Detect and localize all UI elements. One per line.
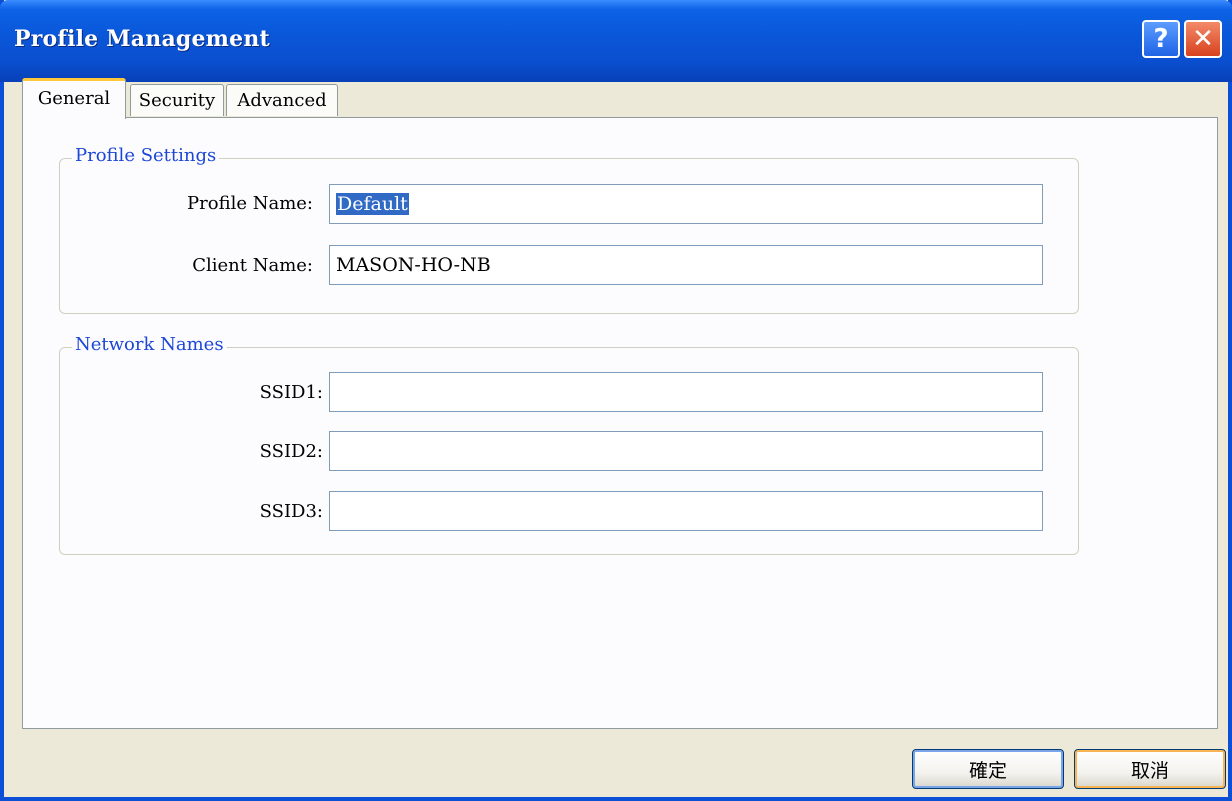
profile-name-value: Default (336, 193, 409, 215)
close-icon: ✕ (1192, 24, 1214, 54)
window-title: Profile Management (14, 26, 270, 52)
network-names-title: Network Names (72, 334, 227, 355)
help-icon: ? (1153, 24, 1169, 54)
profile-settings-group: Profile Settings (59, 145, 1079, 314)
ssid1-label: SSID1: (259, 382, 323, 403)
ssid2-field[interactable] (329, 431, 1043, 471)
client-name-field[interactable]: MASON-HO-NB (329, 245, 1043, 285)
profile-settings-title: Profile Settings (72, 145, 220, 166)
ssid2-label: SSID2: (259, 441, 323, 462)
ok-button[interactable]: 確定 (912, 749, 1064, 789)
ssid3-field[interactable] (329, 491, 1043, 531)
tab-advanced[interactable]: Advanced (226, 84, 338, 116)
tab-security[interactable]: Security (130, 84, 224, 116)
client-name-label: Client Name: (192, 255, 313, 276)
help-button[interactable]: ? (1142, 20, 1180, 58)
close-button[interactable]: ✕ (1184, 20, 1222, 58)
tab-panel-general: Profile Settings Profile Name: Default C… (22, 117, 1218, 729)
title-bar[interactable]: Profile Management ? ✕ (0, 0, 1232, 82)
cancel-button[interactable]: 取消 (1074, 749, 1226, 789)
ssid3-label: SSID3: (259, 501, 323, 522)
tab-general[interactable]: General (22, 78, 126, 119)
client-name-value: MASON-HO-NB (336, 254, 491, 276)
profile-management-window: Profile Management ? ✕ General Security … (0, 0, 1232, 801)
ssid1-field[interactable] (329, 372, 1043, 412)
profile-name-label: Profile Name: (187, 193, 313, 214)
profile-name-field[interactable]: Default (329, 184, 1043, 224)
